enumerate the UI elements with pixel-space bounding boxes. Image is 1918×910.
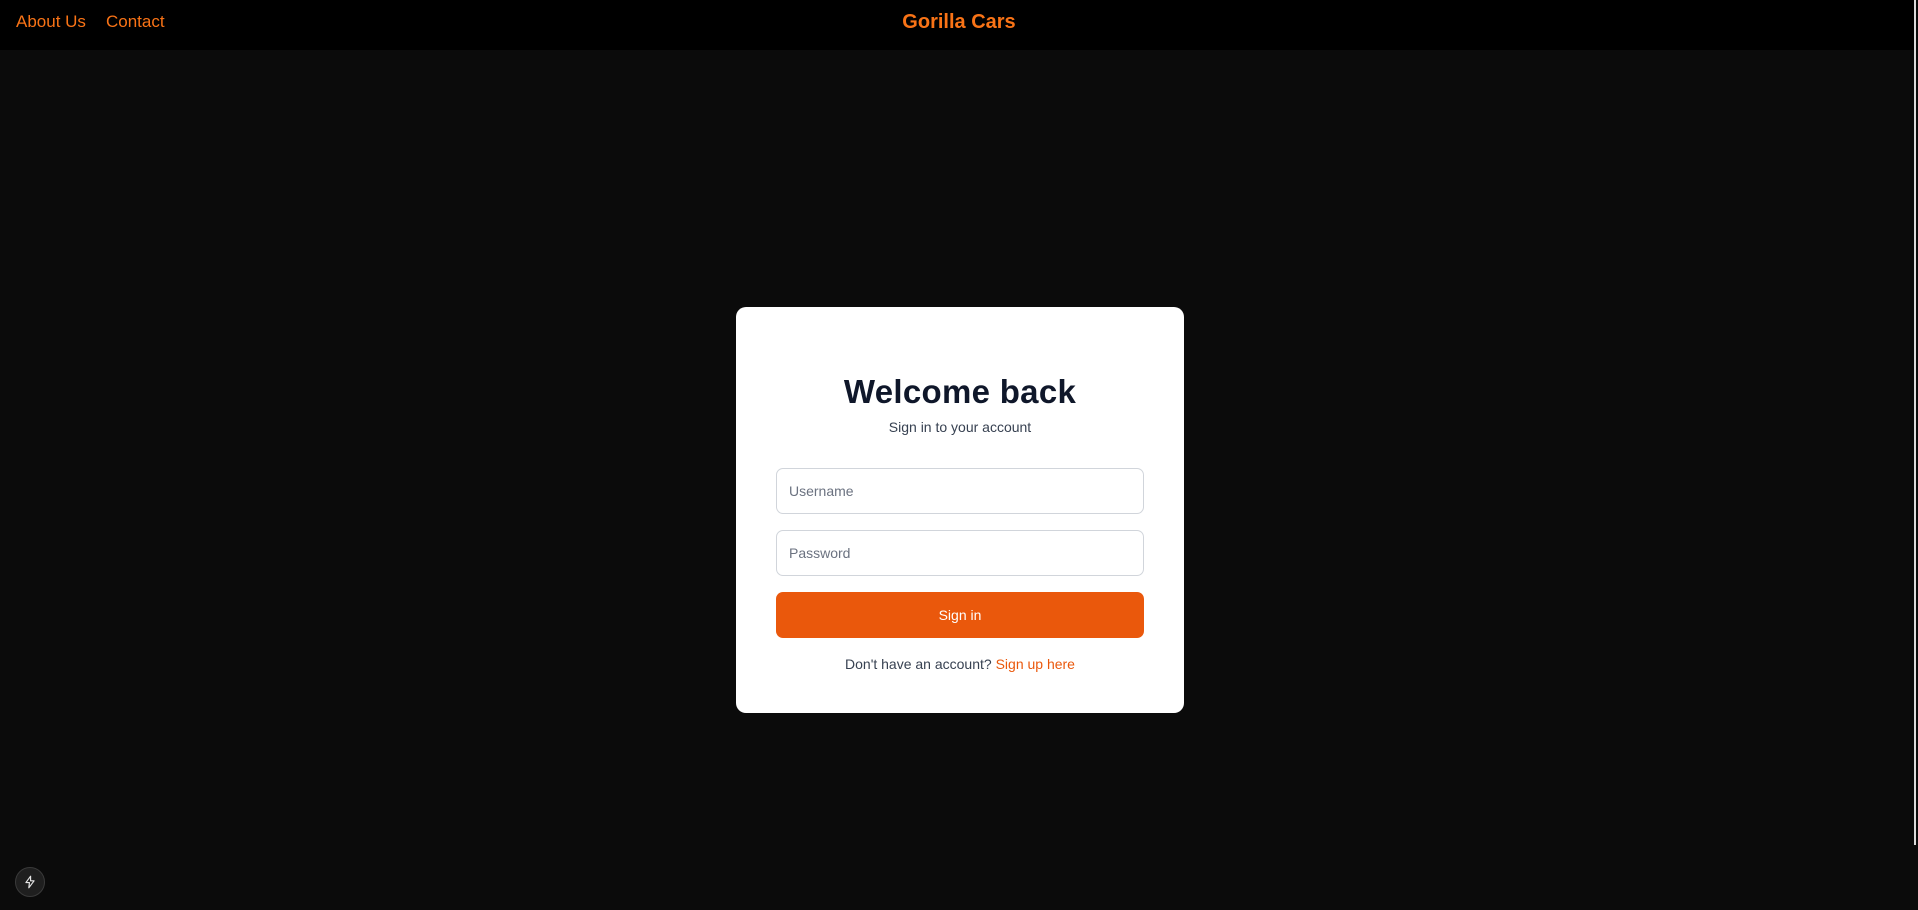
sign-up-link[interactable]: Sign up here [996,656,1075,672]
nav-about-us-link[interactable]: About Us [16,13,86,31]
username-input[interactable] [776,468,1144,514]
login-card: Welcome back Sign in to your account Sig… [736,307,1184,713]
login-subtitle: Sign in to your account [888,419,1032,435]
signup-prompt-line: Don't have an account? Sign up here [776,656,1144,672]
sign-in-button[interactable]: Sign in [776,592,1144,638]
login-title: Welcome back [843,373,1077,410]
signup-prompt-text: Don't have an account? [845,656,992,672]
brand-title[interactable]: Gorilla Cars [902,11,1015,33]
nav-contact-link[interactable]: Contact [106,13,165,31]
password-input[interactable] [776,530,1144,576]
top-navbar: About Us Contact Gorilla Cars [0,0,1914,50]
vertical-scrollbar[interactable] [1914,0,1916,845]
page: About Us Contact Gorilla Cars Welcome ba… [0,0,1918,910]
brand-container: Gorilla Cars [0,11,1918,33]
dev-tools-button[interactable] [15,867,45,897]
lightning-bolt-icon [25,875,35,889]
